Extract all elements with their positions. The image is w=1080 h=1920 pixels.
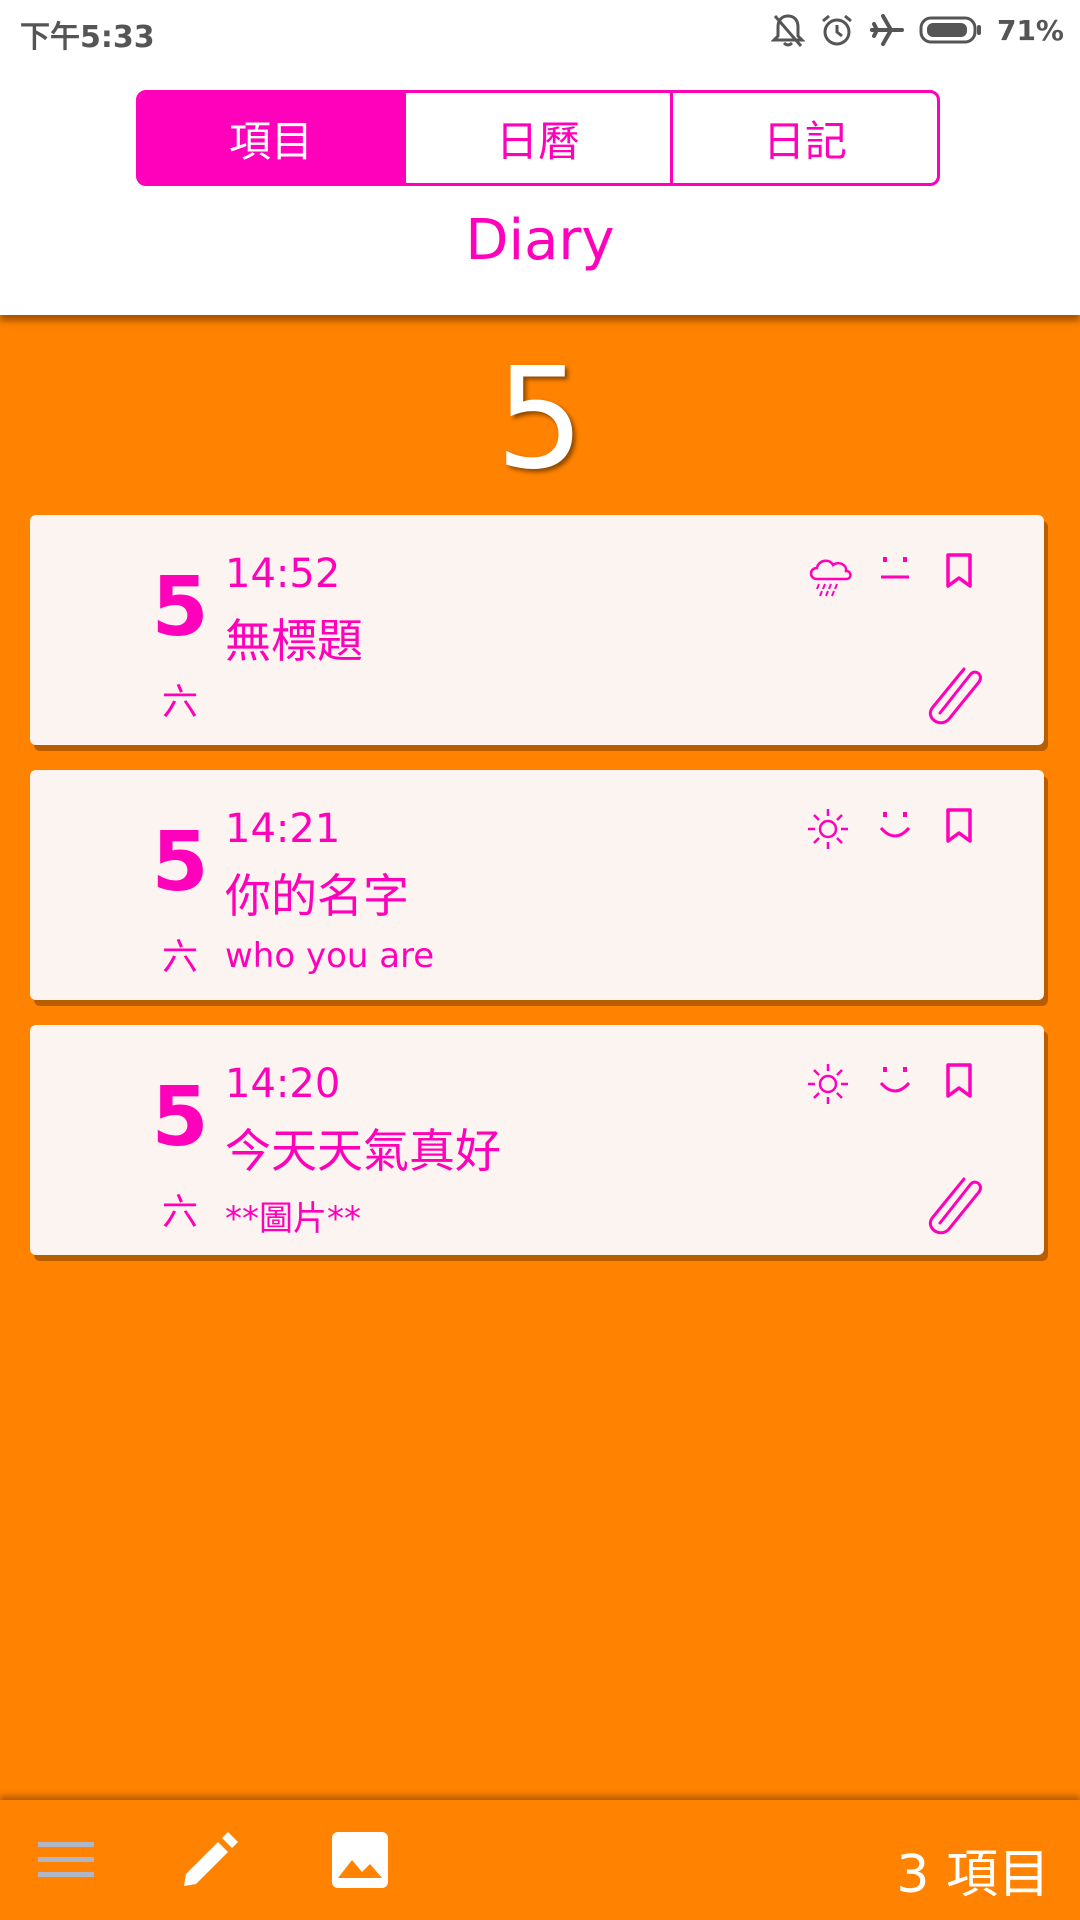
entry-time: 14:20 bbox=[225, 1061, 341, 1107]
status-icons: 71% bbox=[770, 8, 1064, 52]
entry-title: 今天天氣真好 bbox=[225, 1124, 501, 1178]
bottom-bar: 3 項目 bbox=[0, 1800, 1080, 1920]
smile-face-icon bbox=[879, 812, 911, 838]
sun-icon bbox=[808, 809, 848, 849]
notifications-off-icon bbox=[770, 14, 805, 47]
bookmark-icon[interactable] bbox=[942, 1061, 976, 1101]
tab-diary[interactable]: 日記 bbox=[670, 93, 937, 183]
paperclip-icon bbox=[928, 1177, 982, 1235]
month-header: 5 bbox=[495, 338, 585, 501]
status-bar: 下午5:33 71% bbox=[0, 0, 1080, 60]
entry-preview: who you are bbox=[225, 936, 435, 976]
entry-card[interactable]: 5 六 14:21 你的名字 who you are bbox=[30, 770, 1044, 1000]
tab-items[interactable]: 項目 bbox=[139, 93, 403, 183]
view-tabs: 項目 日曆 日記 bbox=[136, 90, 940, 186]
alarm-icon bbox=[822, 14, 852, 46]
edit-icon[interactable] bbox=[180, 1830, 240, 1890]
entry-time: 14:52 bbox=[225, 551, 341, 597]
status-time: 下午5:33 bbox=[20, 20, 155, 55]
entry-preview: **圖片** bbox=[225, 1199, 361, 1239]
smile-face-icon bbox=[879, 1067, 911, 1093]
battery-percent: 71% bbox=[996, 13, 1064, 47]
entry-card[interactable]: 5 六 14:52 無標題 bbox=[30, 515, 1044, 745]
bookmark-icon[interactable] bbox=[942, 551, 976, 591]
header: 項目 日曆 日記 Diary bbox=[0, 60, 1080, 315]
paperclip-icon bbox=[928, 667, 982, 725]
entry-card[interactable]: 5 六 14:20 今天天氣真好 **圖片** bbox=[30, 1025, 1044, 1255]
sun-icon bbox=[808, 1064, 848, 1104]
entry-time: 14:21 bbox=[225, 806, 341, 852]
bookmark-icon[interactable] bbox=[942, 806, 976, 846]
menu-icon[interactable] bbox=[38, 1838, 94, 1882]
page-title: Diary bbox=[465, 208, 615, 273]
entry-title: 無標題 bbox=[225, 614, 363, 668]
neutral-face-icon bbox=[881, 557, 909, 579]
entry-title: 你的名字 bbox=[225, 869, 409, 923]
photo-icon[interactable] bbox=[330, 1830, 390, 1890]
entry-weekday: 六 bbox=[161, 682, 198, 723]
airplane-mode-icon bbox=[869, 14, 904, 46]
entry-count: 3 項目 bbox=[896, 1845, 1050, 1905]
rain-cloud-icon bbox=[809, 559, 852, 597]
battery-icon bbox=[919, 16, 981, 44]
tab-calendar[interactable]: 日曆 bbox=[403, 93, 670, 183]
